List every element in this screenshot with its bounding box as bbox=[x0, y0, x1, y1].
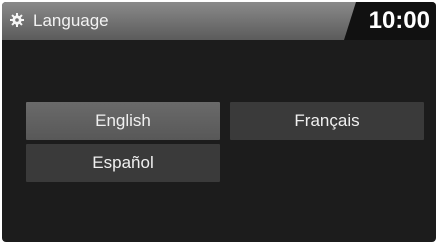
clock-tab: 10:00 bbox=[344, 2, 436, 40]
title-bar: Language 10:00 bbox=[2, 2, 436, 40]
language-label: Français bbox=[294, 111, 360, 130]
language-label: English bbox=[95, 111, 151, 130]
language-label: Español bbox=[92, 153, 154, 172]
page-title: Language bbox=[33, 11, 109, 30]
gear-icon bbox=[10, 13, 24, 27]
clock: 10:00 bbox=[368, 7, 430, 34]
language-button-espanol[interactable]: Español bbox=[26, 144, 220, 182]
language-screen: Language 10:00 English Français Español bbox=[2, 2, 436, 242]
language-button-francais[interactable]: Français bbox=[230, 102, 424, 140]
language-button-english[interactable]: English bbox=[26, 102, 220, 140]
